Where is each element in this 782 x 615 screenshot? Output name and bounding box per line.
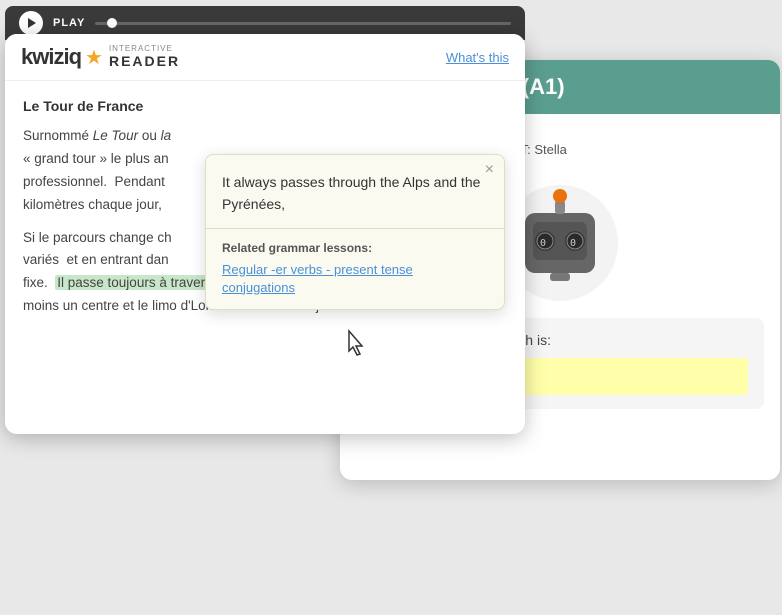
tooltip-translation: It always passes through the Alps and th…: [206, 155, 504, 229]
logo-kwiziq-text: kwiziq: [21, 44, 81, 70]
logo-star-icon: ★: [85, 45, 103, 70]
play-label: PLAY: [53, 17, 85, 29]
play-button[interactable]: [19, 11, 43, 35]
reader-header: kwiziq ★ interactive READER What's this: [5, 34, 525, 81]
whats-this-link[interactable]: What's this: [446, 50, 509, 65]
logo-interactive-text: interactive: [109, 45, 180, 53]
progress-indicator: [107, 18, 117, 28]
svg-text:0: 0: [540, 238, 546, 249]
tooltip-grammar-link[interactable]: Regular -er verbs - present tense conjug…: [222, 262, 413, 295]
tooltip-grammar-title: Related grammar lessons:: [222, 241, 488, 255]
tooltip-close-button[interactable]: ×: [485, 161, 494, 179]
mouse-cursor: [345, 329, 369, 357]
logo-reader-text: READER: [109, 53, 180, 70]
logo-right: interactive READER: [109, 45, 180, 70]
kwiziq-logo: kwiziq ★ interactive READER: [21, 44, 180, 70]
reader-article-title: Le Tour de France: [23, 95, 507, 119]
tooltip-grammar-section: Related grammar lessons: Regular -er ver…: [206, 229, 504, 309]
progress-bar[interactable]: [95, 22, 511, 25]
svg-text:0: 0: [570, 238, 576, 249]
reader-card: kwiziq ★ interactive READER What's this …: [5, 34, 525, 434]
tooltip-popup: × It always passes through the Alps and …: [205, 154, 505, 310]
